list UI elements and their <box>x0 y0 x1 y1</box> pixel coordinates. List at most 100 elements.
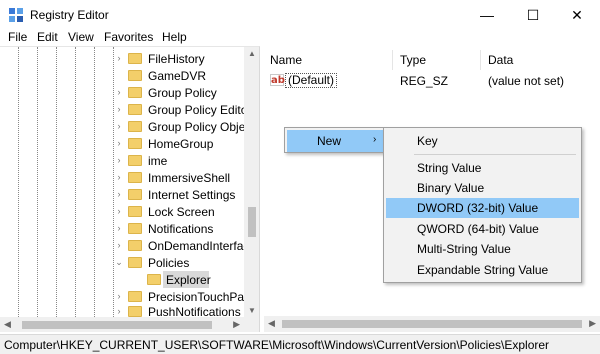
scroll-left-icon[interactable]: ◀ <box>268 318 275 329</box>
scroll-down-icon[interactable]: ▼ <box>244 306 259 315</box>
string-value-icon: ab <box>270 74 285 86</box>
tree-item-group-policy[interactable]: › Group Policy <box>0 84 244 101</box>
folder-icon <box>128 87 142 98</box>
tree-item-ondemandinterface[interactable]: › OnDemandInterfac <box>0 237 250 254</box>
chevron-down-icon[interactable]: ⌄ <box>114 257 124 268</box>
chevron-right-icon[interactable]: › <box>114 291 124 301</box>
submenu-item-dword-value[interactable]: DWORD (32-bit) Value <box>386 198 579 218</box>
scroll-left-icon[interactable]: ◀ <box>4 319 11 330</box>
submenu-item-label: Key <box>417 134 438 148</box>
chevron-right-icon[interactable]: › <box>114 155 124 165</box>
chevron-right-icon[interactable]: › <box>114 104 124 114</box>
folder-icon <box>128 70 142 81</box>
chevron-right-icon[interactable]: › <box>114 306 124 316</box>
menu-edit[interactable]: Edit <box>37 30 58 44</box>
column-divider[interactable] <box>480 50 481 70</box>
tree-item-lock-screen[interactable]: › Lock Screen <box>0 203 244 220</box>
minimize-button[interactable]: — <box>464 0 510 30</box>
menu-bar: File Edit View Favorites Help <box>0 30 600 46</box>
tree-item-group-policy-objects[interactable]: › Group Policy Objec <box>0 118 252 135</box>
column-divider[interactable] <box>392 50 393 70</box>
values-horizontal-scrollbar[interactable]: ◀ ▶ <box>264 316 600 332</box>
tree-item-label: Notifications <box>148 222 214 236</box>
scroll-right-icon[interactable]: ▶ <box>233 319 240 330</box>
menu-view[interactable]: View <box>68 30 94 44</box>
tree-item-label: ime <box>148 154 168 168</box>
tree-item-filehistory[interactable]: › FileHistory <box>0 50 244 67</box>
value-row-default[interactable]: ab (Default) REG_SZ (value not set) <box>264 72 600 90</box>
new-submenu: Key String Value Binary Value DWORD (32-… <box>383 127 582 283</box>
submenu-item-label: Expandable String Value <box>417 263 549 277</box>
registry-tree[interactable]: › FileHistory GameDVR › Group Policy › G… <box>0 46 260 332</box>
submenu-item-label: QWORD (64-bit) Value <box>417 222 539 236</box>
chevron-right-icon[interactable]: › <box>114 172 124 182</box>
tree-item-explorer[interactable]: Explorer <box>0 271 244 288</box>
tree-item-homegroup[interactable]: › HomeGroup <box>0 135 244 152</box>
submenu-item-qword-value[interactable]: QWORD (64-bit) Value <box>386 219 579 239</box>
tree-item-label: Group Policy Editor <box>148 103 252 117</box>
window-title: Registry Editor <box>30 8 109 22</box>
value-name: (Default) <box>285 73 338 88</box>
folder-icon <box>128 155 142 166</box>
tree-horizontal-scrollbar[interactable]: ◀ ▶ <box>0 317 244 332</box>
scroll-corner <box>244 317 259 332</box>
chevron-right-icon[interactable]: › <box>114 87 124 97</box>
submenu-item-key[interactable]: Key <box>386 131 579 151</box>
tree-item-policies[interactable]: ⌄ Policies <box>0 254 244 271</box>
tree-item-gamedvr[interactable]: GameDVR <box>0 67 244 84</box>
menu-item-label: New <box>317 134 342 148</box>
submenu-item-label: DWORD (32-bit) Value <box>417 201 539 215</box>
folder-icon <box>128 240 142 251</box>
tree-item-label: Group Policy Objec <box>148 120 252 134</box>
chevron-right-icon[interactable]: › <box>114 223 124 233</box>
scroll-thumb[interactable] <box>282 320 582 328</box>
column-header-data[interactable]: Data <box>482 50 513 70</box>
tree-item-notifications[interactable]: › Notifications <box>0 220 244 237</box>
tree-item-label: Group Policy <box>148 86 217 100</box>
chevron-right-icon[interactable]: › <box>114 240 124 250</box>
submenu-item-expandable-string-value[interactable]: Expandable String Value <box>386 260 579 280</box>
folder-icon <box>128 189 142 200</box>
folder-icon <box>128 257 142 268</box>
tree-item-label: Policies <box>148 256 190 270</box>
menu-separator <box>414 154 576 155</box>
menu-help[interactable]: Help <box>162 30 187 44</box>
chevron-right-icon[interactable]: › <box>114 121 124 131</box>
folder-icon <box>128 291 142 302</box>
submenu-item-string-value[interactable]: String Value <box>386 158 579 178</box>
close-button[interactable]: ✕ <box>554 0 600 30</box>
chevron-right-icon[interactable]: › <box>114 206 124 216</box>
status-bar-path: Computer\HKEY_CURRENT_USER\SOFTWARE\Micr… <box>0 334 600 354</box>
tree-vertical-scrollbar[interactable]: ▲ ▼ <box>244 47 259 317</box>
scroll-thumb[interactable] <box>22 321 212 329</box>
column-header-name[interactable]: Name <box>264 50 302 70</box>
tree-item-label: Lock Screen <box>148 205 215 219</box>
menu-file[interactable]: File <box>8 30 27 44</box>
submenu-item-label: String Value <box>417 161 482 175</box>
menu-favorites[interactable]: Favorites <box>104 30 153 44</box>
column-header-type[interactable]: Type <box>394 50 426 70</box>
maximize-button[interactable]: ☐ <box>510 0 556 30</box>
tree-item-group-policy-editor[interactable]: › Group Policy Editor <box>0 101 252 118</box>
folder-icon <box>128 104 142 115</box>
folder-icon <box>128 121 142 132</box>
chevron-right-icon[interactable]: › <box>114 138 124 148</box>
value-type: REG_SZ <box>400 74 449 88</box>
folder-icon <box>128 172 142 183</box>
chevron-right-icon[interactable]: › <box>114 189 124 199</box>
tree-item-ime[interactable]: › ime <box>0 152 244 169</box>
tree-item-internet-settings[interactable]: › Internet Settings <box>0 186 244 203</box>
folder-icon <box>147 274 161 285</box>
folder-icon <box>128 53 142 64</box>
tree-item-immersiveshell[interactable]: › ImmersiveShell <box>0 169 244 186</box>
submenu-item-label: Binary Value <box>417 181 485 195</box>
submenu-item-multi-string-value[interactable]: Multi-String Value <box>386 239 579 259</box>
submenu-item-binary-value[interactable]: Binary Value <box>386 178 579 198</box>
chevron-right-icon: › <box>373 134 377 145</box>
chevron-right-icon[interactable]: › <box>114 53 124 63</box>
menu-item-new[interactable]: New › <box>287 130 383 152</box>
registry-editor-window: Registry Editor — ☐ ✕ File Edit View Fav… <box>0 0 600 354</box>
scroll-thumb[interactable] <box>248 207 256 237</box>
scroll-up-icon[interactable]: ▲ <box>244 49 259 58</box>
scroll-right-icon[interactable]: ▶ <box>589 318 596 329</box>
